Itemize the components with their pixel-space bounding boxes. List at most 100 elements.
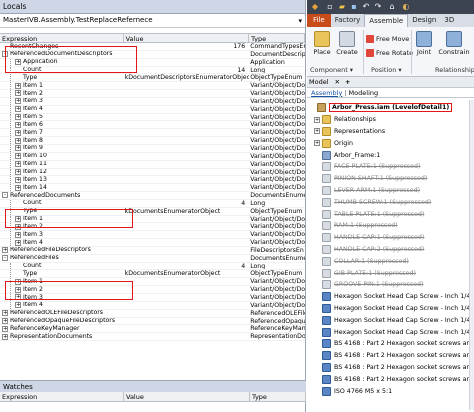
column-type[interactable]: Type: [249, 34, 305, 42]
expand-icon[interactable]: +: [15, 215, 21, 222]
table-row[interactable]: + Item 1 Variant/Object/Doc: [0, 82, 305, 91]
open-icon[interactable]: ▰: [337, 2, 347, 12]
table-row[interactable]: Count 4 Long: [0, 199, 305, 208]
browser-node[interactable]: HANDLE CAP:1 (Suppressed): [307, 232, 474, 244]
browser-node[interactable]: GROOVE PIN:1 (Suppressed): [307, 279, 474, 291]
tab-modeling[interactable]: Modeling: [349, 89, 379, 97]
free-move-button[interactable]: Free Move: [366, 35, 409, 43]
collapse-icon[interactable]: -: [2, 192, 8, 199]
table-row[interactable]: + Item 14 Variant/Object/Doc: [0, 184, 305, 193]
browser-node[interactable]: FACE PLATE:1 (Suppressed): [307, 161, 474, 173]
save-icon[interactable]: ▪: [349, 2, 359, 12]
expand-icon[interactable]: +: [314, 128, 320, 135]
table-row[interactable]: + Item 9 Variant/Object/Doc: [0, 144, 305, 153]
browser-node[interactable]: GIB PLATE:1 (Suppressed): [307, 267, 474, 279]
tab-assemble[interactable]: Assemble: [364, 14, 409, 27]
table-row[interactable]: + Item 10 Variant/Object/Doc: [0, 152, 305, 161]
joint-button[interactable]: Joint: [413, 31, 435, 56]
position-panel-label[interactable]: Position ▾: [371, 66, 402, 74]
material-icon[interactable]: ◐: [401, 2, 411, 12]
expand-icon[interactable]: +: [15, 223, 21, 230]
expand-icon[interactable]: +: [15, 82, 21, 89]
browser-node[interactable]: THUMB SCREW:1 (Suppressed): [307, 196, 474, 208]
free-rotate-button[interactable]: Free Rotate: [366, 49, 413, 57]
watches-column-expression[interactable]: Expression: [0, 392, 124, 401]
create-button[interactable]: Create: [335, 31, 359, 56]
table-row[interactable]: + Item 12 Variant/Object/Doc: [0, 168, 305, 177]
expand-icon[interactable]: +: [15, 286, 21, 293]
browser-node[interactable]: COLLAR:1 (Suppressed): [307, 255, 474, 267]
browser-node[interactable]: HANDLE CAP:2 (Suppressed): [307, 244, 474, 256]
table-row[interactable]: + Item 3 Variant/Object/Doc: [0, 231, 305, 240]
new-icon[interactable]: ▫: [325, 2, 335, 12]
table-row[interactable]: + RepresentationDocuments RepresentationDo…: [0, 333, 305, 342]
table-row[interactable]: Type kDocumentDescriptorsEnumeratorObject…: [0, 74, 305, 83]
expand-icon[interactable]: +: [15, 231, 21, 238]
constrain-button[interactable]: Constrain: [436, 31, 472, 56]
expand-icon[interactable]: +: [2, 333, 8, 340]
watches-column-value[interactable]: Value: [124, 392, 250, 401]
browser-node[interactable]: + Relationships: [307, 114, 474, 126]
table-row[interactable]: + Item 5 Variant/Object/Doc: [0, 113, 305, 122]
expand-icon[interactable]: +: [314, 116, 320, 123]
table-row[interactable]: + ReferencedFileDescriptors FileDescriptor…: [0, 247, 305, 255]
browser-node[interactable]: Hexagon Socket Head Cap Screw - Inch 1/4…: [307, 326, 474, 338]
browser-node[interactable]: Arbor_Press.iam (LevelofDetail1): [307, 102, 474, 114]
table-row[interactable]: + Item 7 Variant/Object/Doc: [0, 129, 305, 138]
table-row[interactable]: + Item 3 Variant/Object/Doc: [0, 294, 305, 302]
expand-icon[interactable]: +: [15, 98, 21, 105]
expand-icon[interactable]: +: [15, 302, 21, 309]
expand-icon[interactable]: +: [15, 121, 21, 128]
table-row[interactable]: + ReferencedOpaqueFileDescriptors Referenc…: [0, 318, 305, 326]
column-value[interactable]: Value: [124, 34, 250, 42]
expand-icon[interactable]: +: [15, 239, 21, 246]
collapse-icon[interactable]: -: [2, 51, 8, 58]
close-icon[interactable]: ✕: [335, 78, 340, 86]
expand-icon[interactable]: +: [15, 161, 21, 168]
tab-factory[interactable]: Factory: [331, 14, 365, 27]
context-expression[interactable]: MasterIVB.Assembly.TestReplaceRefernece: [0, 14, 305, 28]
collapse-icon[interactable]: -: [2, 255, 8, 262]
expand-icon[interactable]: +: [2, 317, 8, 324]
expand-icon[interactable]: +: [15, 278, 21, 285]
table-row[interactable]: Count 14 Long: [0, 66, 305, 75]
browser-node[interactable]: PINION SHAFT:1 (Suppressed): [307, 173, 474, 185]
table-row[interactable]: + Item 4 Variant/Object/Doc: [0, 105, 305, 114]
browser-node[interactable]: BS 4168 : Part 2 Hexagon socket screws a…: [307, 362, 474, 374]
browser-scrollbar[interactable]: [469, 100, 474, 410]
table-row[interactable]: RecentChanges 176 CommandTypesEnu: [0, 43, 305, 51]
browser-node[interactable]: BS 4168 : Part 2 Hexagon socket screws a…: [307, 350, 474, 362]
browser-node[interactable]: LEVER ARM:1 (Suppressed): [307, 185, 474, 197]
table-row[interactable]: + Item 3 Variant/Object/Doc: [0, 97, 305, 106]
add-tab-icon[interactable]: +: [345, 78, 350, 86]
table-row[interactable]: + Item 1 Variant/Object/Doc: [0, 278, 305, 287]
tab-file[interactable]: File: [307, 14, 331, 27]
browser-node[interactable]: BS 4168 : Part 2 Hexagon socket screws a…: [307, 373, 474, 385]
expand-icon[interactable]: +: [15, 59, 21, 66]
browser-node[interactable]: ISO 4766 M5 x 5:1: [307, 385, 474, 397]
expand-icon[interactable]: +: [15, 137, 21, 144]
expand-icon[interactable]: +: [15, 168, 21, 175]
table-row[interactable]: + Item 2 Variant/Object/Doc: [0, 90, 305, 98]
expand-icon[interactable]: +: [15, 114, 21, 121]
table-row[interactable]: + Item 2 Variant/Object/Doc: [0, 286, 305, 294]
expand-icon[interactable]: +: [15, 145, 21, 152]
tab-3d-model[interactable]: 3D Model: [440, 14, 474, 37]
expand-icon[interactable]: +: [2, 247, 8, 254]
table-row[interactable]: Count 4 Long: [0, 262, 305, 271]
place-button[interactable]: Place: [311, 31, 333, 56]
browser-node[interactable]: TABLE PLATE:1 (Suppressed): [307, 208, 474, 220]
undo-icon[interactable]: ↶: [361, 2, 371, 12]
table-row[interactable]: + Item 11 Variant/Object/Doc: [0, 160, 305, 169]
table-row[interactable]: +ReferenceKeyManager ReferenceKeyManag: [0, 325, 305, 334]
tab-design[interactable]: Design: [408, 14, 440, 27]
browser-node[interactable]: BS 4168 : Part 2 Hexagon socket screws a…: [307, 338, 474, 350]
expand-icon[interactable]: +: [15, 294, 21, 301]
expand-icon[interactable]: +: [15, 106, 21, 113]
table-row[interactable]: + Item 1 Variant/Object/Doc: [0, 215, 305, 224]
expand-icon[interactable]: +: [15, 184, 21, 191]
table-row[interactable]: + Item 8 Variant/Object/Doc: [0, 137, 305, 145]
table-row[interactable]: - ReferencedDocumentDescriptors DocumentDe…: [0, 51, 305, 59]
expand-icon[interactable]: +: [15, 153, 21, 160]
table-row[interactable]: Type kDocumentsEnumeratorObject ObjectType…: [0, 207, 305, 216]
